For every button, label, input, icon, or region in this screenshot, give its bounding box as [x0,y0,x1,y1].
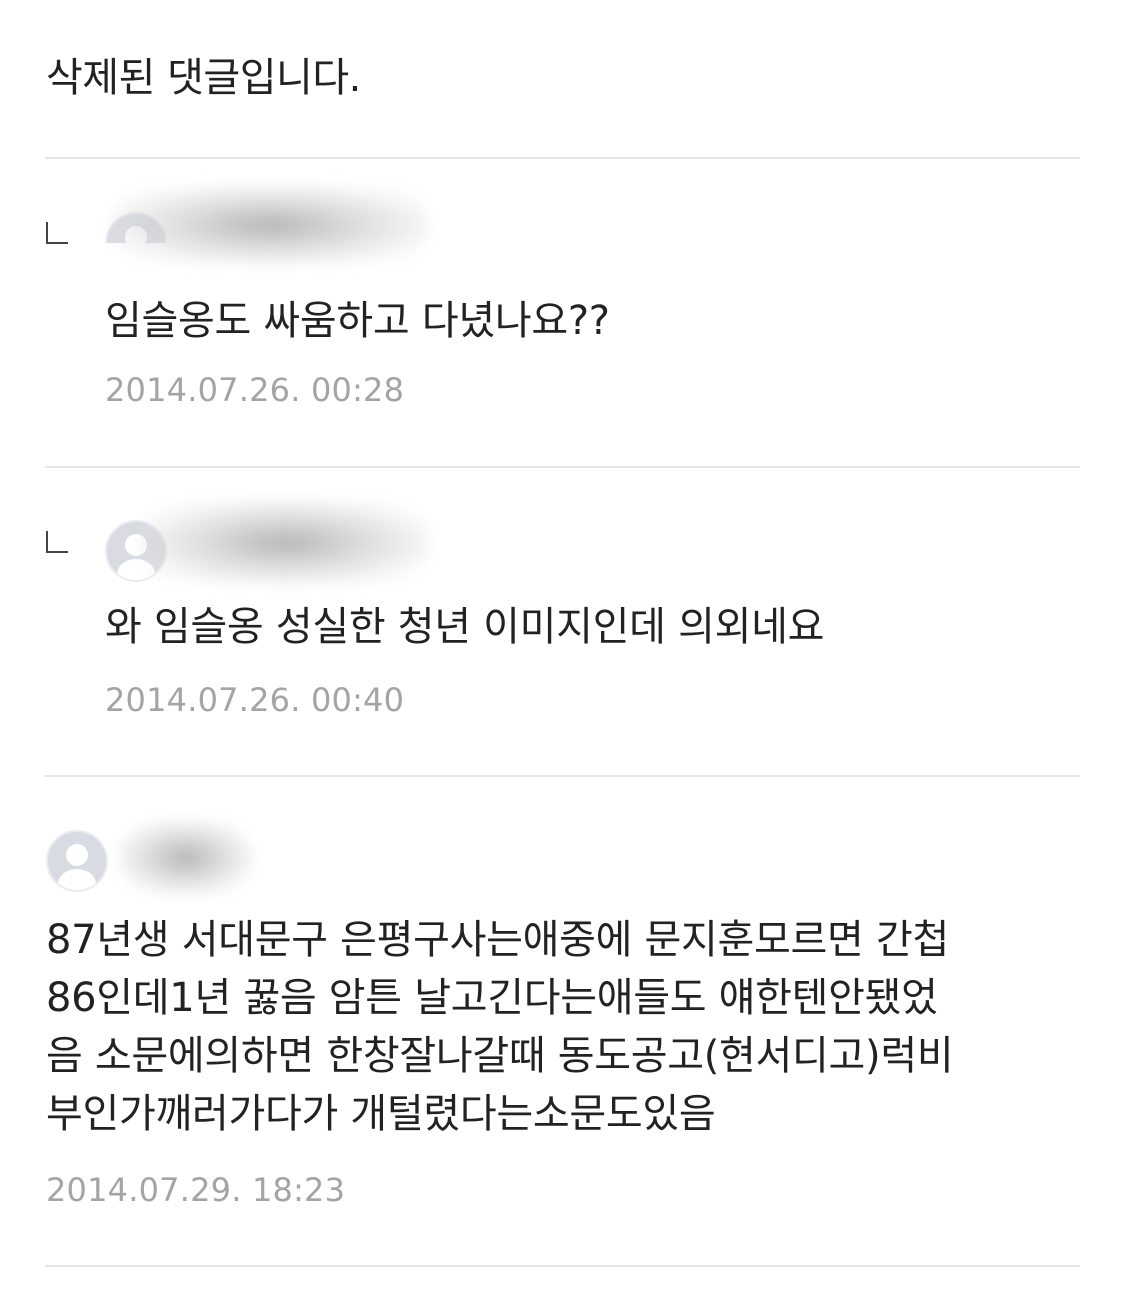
deleted-comment-notice: 삭제된 댓글입니다. [46,55,361,101]
comment-text-line: 음 소문에의하면 한창잘나갈때 동도공고(현서디고)럭비 [46,1033,954,1079]
comment-timestamp: 2014.07.29. 18:23 [46,1171,346,1209]
comment-timestamp: 2014.07.26. 00:40 [105,681,405,719]
comment-text-line: 87년생 서대문구 은평구사는애중에 문지훈모르면 간첩 [46,917,949,963]
author-name-redacted[interactable] [118,820,253,895]
comment-divider [45,1265,1080,1267]
comment-divider [45,157,1080,159]
avatar[interactable] [46,830,108,892]
author-name-redacted[interactable] [140,500,430,585]
comment-text: 임슬옹도 싸움하고 다녔나요?? [105,298,610,344]
default-avatar-icon [58,844,96,890]
comment-text-line: 86인데1년 꿇음 암튼 날고긴다는애들도 얘한텐안됐었 [46,975,938,1021]
comment-timestamp: 2014.07.26. 00:28 [105,371,405,409]
comment-text-line: 부인가깨러가다가 개털렸다는소문도있음 [46,1091,716,1137]
reply-corner-icon [46,222,68,244]
comment-divider [45,775,1080,777]
comment-text: 와 임슬옹 성실한 청년 이미지인데 의외네요 [105,604,825,650]
author-name-redacted[interactable] [110,185,430,265]
reply-corner-icon [46,531,68,553]
comment-divider [45,466,1080,468]
